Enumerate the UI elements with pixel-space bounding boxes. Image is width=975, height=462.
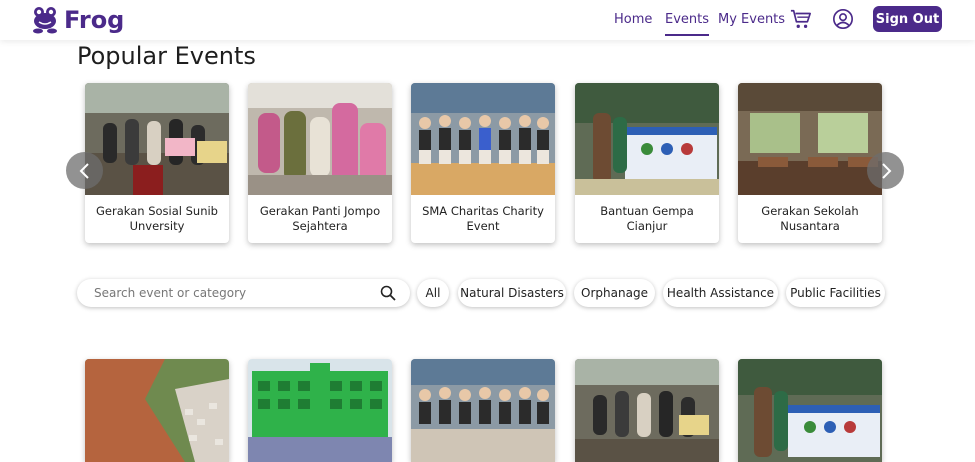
category-chip-public-facilities[interactable]: Public Facilities [786, 279, 885, 307]
event-card-title: Gerakan Sosial Sunib Unversity [95, 204, 218, 233]
search-bar [77, 279, 410, 307]
category-chip-natural-disasters[interactable]: Natural Disasters [458, 279, 566, 307]
event-photo [85, 359, 229, 462]
event-grid-card[interactable] [248, 359, 392, 462]
event-grid-card[interactable] [85, 359, 229, 462]
carousel-prev-button[interactable] [66, 152, 103, 189]
event-card[interactable]: Bantuan Gempa Cianjur [575, 83, 719, 243]
event-photo [738, 83, 882, 195]
event-photo [85, 83, 229, 195]
brand-name: Frog [64, 6, 125, 34]
event-photo [738, 359, 882, 462]
event-card-title: SMA Charitas Charity Event [422, 204, 544, 233]
event-photo [411, 83, 555, 195]
event-photo [248, 83, 392, 195]
search-icon[interactable] [380, 285, 396, 301]
event-card-title: Gerakan Sekolah Nusantara [761, 204, 859, 233]
event-grid-card[interactable] [411, 359, 555, 462]
nav-home-link[interactable]: Home [614, 12, 652, 27]
category-chip-health-assistance[interactable]: Health Assistance [663, 279, 778, 307]
page-title: Popular Events [77, 42, 256, 70]
chevron-left-icon [79, 162, 89, 179]
event-photo [575, 359, 719, 462]
carousel-next-button[interactable] [867, 152, 904, 189]
category-chip-orphanage[interactable]: Orphanage [574, 279, 655, 307]
frog-icon [33, 7, 57, 34]
top-navbar: Frog Home Events My Events Sign Out [0, 0, 975, 40]
event-card[interactable]: Gerakan Sekolah Nusantara [738, 83, 882, 243]
nav-events-link[interactable]: Events [665, 12, 710, 36]
cart-icon[interactable] [790, 8, 812, 30]
event-card-title: Bantuan Gempa Cianjur [600, 204, 694, 233]
category-chip-all[interactable]: All [417, 279, 449, 307]
event-grid-card[interactable] [575, 359, 719, 462]
brand-logo[interactable]: Frog [32, 6, 124, 34]
sign-out-button[interactable]: Sign Out [873, 6, 942, 32]
nav-my-events-link[interactable]: My Events [718, 12, 785, 27]
search-input[interactable] [94, 286, 364, 300]
chevron-right-icon [881, 162, 891, 179]
event-photo [411, 359, 555, 462]
event-grid-card[interactable] [738, 359, 882, 462]
event-photo [248, 359, 392, 462]
event-card[interactable]: Gerakan Panti Jompo Sejahtera [248, 83, 392, 243]
event-card-title: Gerakan Panti Jompo Sejahtera [259, 204, 381, 233]
event-photo [575, 83, 719, 195]
event-card[interactable]: SMA Charitas Charity Event [411, 83, 555, 243]
user-circle-icon[interactable] [832, 8, 854, 30]
event-card[interactable]: Gerakan Sosial Sunib Unversity [85, 83, 229, 243]
